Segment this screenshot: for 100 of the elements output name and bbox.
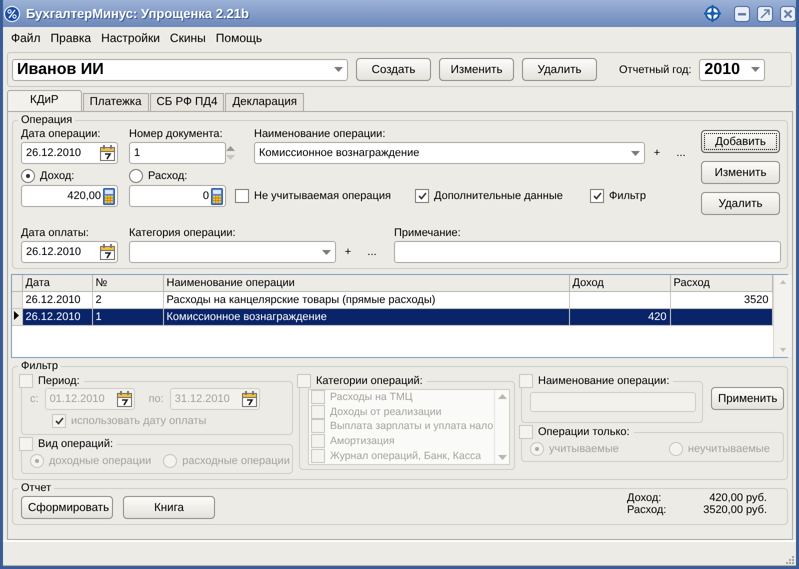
checkbox[interactable] bbox=[311, 390, 325, 404]
spinner-arrows-icon[interactable] bbox=[226, 145, 235, 161]
scroll-down-icon[interactable] bbox=[498, 455, 506, 460]
checkbox-label: Фильтр bbox=[609, 190, 646, 202]
more-link[interactable]: ... bbox=[360, 246, 384, 258]
resize-grip-icon[interactable] bbox=[784, 554, 794, 564]
operation-button[interactable]: Удалить bbox=[701, 192, 780, 215]
payment-date-field[interactable]: 26.12.2010 bbox=[21, 241, 118, 263]
report-button[interactable]: Книга bbox=[123, 496, 215, 519]
document-number-field[interactable]: 1 bbox=[129, 142, 226, 164]
caret-icon bbox=[322, 250, 331, 254]
crosshair-icon[interactable] bbox=[704, 5, 721, 22]
apply-button[interactable]: Применить bbox=[711, 387, 784, 410]
radio-button[interactable] bbox=[30, 454, 44, 468]
column-header[interactable]: № bbox=[92, 275, 163, 292]
checkbox-label: Дополнительные данные bbox=[434, 190, 563, 202]
radio-button[interactable] bbox=[129, 169, 143, 183]
calendar-icon bbox=[100, 244, 115, 260]
checkbox[interactable] bbox=[590, 189, 604, 203]
menu-item[interactable]: Скины bbox=[164, 31, 211, 45]
note-field[interactable] bbox=[394, 241, 781, 263]
checkbox[interactable] bbox=[519, 425, 533, 439]
person-dropdown[interactable]: Иванов ИИ bbox=[12, 58, 348, 80]
checkbox[interactable] bbox=[415, 189, 429, 203]
operation-name-filter-field[interactable] bbox=[530, 392, 696, 412]
checkbox-label: Вид операций: bbox=[38, 438, 114, 450]
tab[interactable]: СБ РФ ПД4 bbox=[150, 93, 224, 111]
radio-label: доходные операции bbox=[49, 455, 152, 467]
operation-button[interactable]: Изменить bbox=[701, 161, 780, 184]
total-label: Доход: bbox=[627, 492, 662, 504]
category-dropdown[interactable] bbox=[129, 241, 336, 263]
field-label: по: bbox=[148, 393, 164, 405]
table-cell: Комиссионное вознаграждение bbox=[163, 308, 569, 326]
checkbox[interactable] bbox=[311, 419, 325, 434]
radio-button[interactable] bbox=[21, 169, 35, 183]
checkbox[interactable] bbox=[311, 434, 325, 448]
checkbox[interactable] bbox=[311, 448, 325, 463]
field-label: Дата операции: bbox=[21, 128, 100, 140]
column-header[interactable]: Наименование операции bbox=[163, 275, 569, 292]
column-header[interactable]: Расход bbox=[670, 275, 772, 292]
field-label: Дата оплаты: bbox=[21, 227, 89, 239]
row-pointer-icon bbox=[14, 311, 19, 320]
operation-button[interactable]: Добавить bbox=[701, 130, 780, 153]
checkbox[interactable] bbox=[311, 404, 325, 419]
radio-button[interactable] bbox=[530, 442, 544, 456]
calendar-icon bbox=[116, 391, 132, 407]
expense-amount-field[interactable]: 0 bbox=[129, 185, 226, 207]
radio-label: Доход: bbox=[40, 170, 74, 182]
checkbox-label: Категории операций: bbox=[316, 375, 423, 387]
checkbox[interactable] bbox=[19, 437, 33, 451]
column-header[interactable]: Доход bbox=[569, 275, 670, 292]
menu-item[interactable]: Помощь bbox=[210, 31, 268, 45]
tab[interactable]: КДиР bbox=[7, 90, 82, 111]
field-label: с: bbox=[30, 393, 39, 405]
toolbar-button[interactable]: Удалить bbox=[522, 58, 597, 81]
more-link[interactable]: ... bbox=[669, 147, 693, 159]
checkbox[interactable] bbox=[19, 374, 33, 388]
total-value: 3520,00 руб. bbox=[702, 504, 767, 516]
toolbar-button[interactable]: Изменить bbox=[439, 58, 514, 81]
table-row[interactable]: 26.12.2010 1 Комиссионное вознаграждение 420 bbox=[12, 308, 772, 326]
checkbox[interactable] bbox=[297, 374, 311, 388]
checkbox-label: Период: bbox=[38, 375, 80, 387]
maximize-button[interactable] bbox=[757, 6, 773, 22]
date-field[interactable]: 26.12.2010 bbox=[21, 142, 118, 164]
add-link[interactable]: + bbox=[645, 147, 669, 159]
table-cell: 1 bbox=[92, 308, 163, 326]
radio-button[interactable] bbox=[163, 454, 178, 468]
toolbar-button[interactable]: Создать bbox=[356, 58, 431, 81]
radio-label: расходные операции bbox=[182, 455, 290, 467]
calculator-icon bbox=[211, 188, 223, 204]
checkbox-label: Операции только: bbox=[538, 426, 630, 438]
minimize-button[interactable] bbox=[734, 6, 750, 22]
caret-icon bbox=[334, 67, 343, 72]
calculator-icon bbox=[103, 188, 115, 204]
operation-name-dropdown[interactable]: Комиссионное вознаграждение bbox=[254, 142, 645, 164]
menu-item[interactable]: Файл bbox=[6, 31, 46, 45]
checkbox[interactable] bbox=[235, 189, 249, 203]
year-dropdown[interactable]: 2010 bbox=[699, 58, 766, 80]
checkbox-label: использовать дату оплаты bbox=[71, 415, 206, 427]
calendar-icon bbox=[242, 391, 257, 407]
field-label: Наименование операции: bbox=[254, 128, 386, 140]
radio-label: неучитываемые bbox=[688, 443, 770, 455]
group-title: Отчет bbox=[20, 482, 52, 494]
tab[interactable]: Декларация bbox=[225, 93, 304, 111]
add-link[interactable]: + bbox=[336, 246, 360, 258]
column-header[interactable]: Дата bbox=[22, 275, 92, 292]
scroll-up-icon[interactable] bbox=[498, 394, 506, 399]
report-button[interactable]: Сформировать bbox=[21, 496, 113, 519]
table-cell: 420 bbox=[569, 308, 670, 326]
menu-item[interactable]: Правка bbox=[46, 31, 96, 45]
app-logo-icon bbox=[4, 6, 20, 22]
tab[interactable]: Платежка bbox=[82, 93, 148, 111]
radio-button[interactable] bbox=[668, 442, 683, 456]
checkbox[interactable] bbox=[519, 374, 533, 388]
income-amount-field[interactable]: 420,00 bbox=[21, 185, 118, 207]
menu-item[interactable]: Настройки bbox=[96, 31, 165, 45]
close-button[interactable] bbox=[780, 6, 796, 22]
radio-label: учитываемые bbox=[549, 443, 619, 455]
checkbox[interactable] bbox=[52, 414, 66, 428]
scrollbar[interactable] bbox=[772, 275, 792, 357]
